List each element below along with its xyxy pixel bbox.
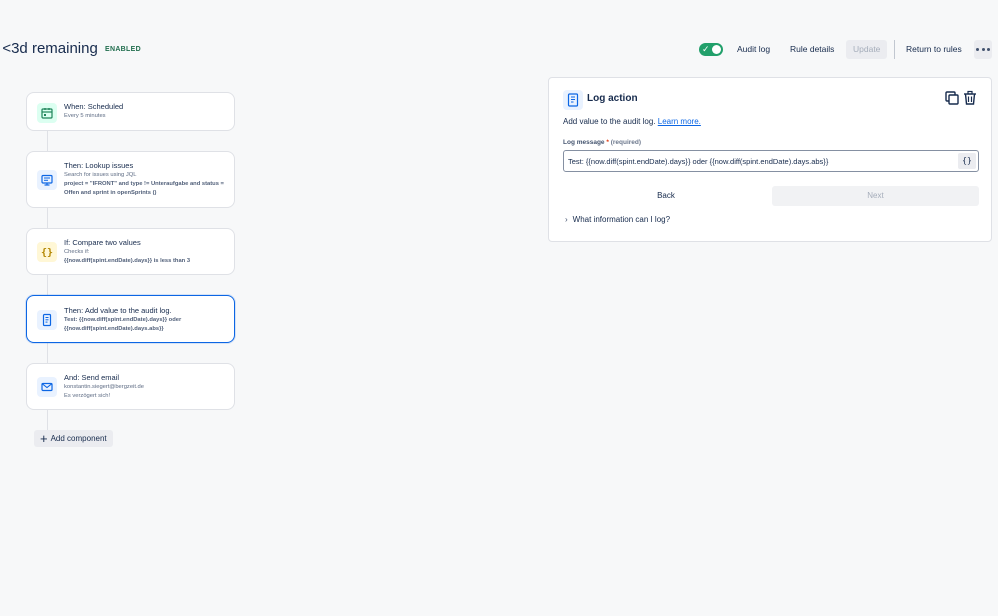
learn-more-link[interactable]: Learn more.: [658, 117, 701, 126]
chevron-right-icon: ›: [565, 215, 568, 224]
component-title: Then: Lookup issues: [64, 161, 134, 170]
field-label-text: Log message: [563, 139, 605, 146]
component-condition-expression: {{now.diff(spint.endDate).days}} is less…: [64, 258, 191, 264]
rule-component-log-action[interactable]: Then: Add value to the audit log. Test: …: [26, 295, 235, 343]
component-detail: konstantin.siegert@bergzeit.de: [64, 384, 145, 390]
component-title: And: Send email: [64, 373, 120, 382]
log-info-expander[interactable]: › What information can I log?: [565, 215, 670, 224]
update-button[interactable]: Update: [846, 40, 888, 59]
more-icon: [976, 48, 979, 51]
expander-label: What information can I log?: [572, 215, 671, 224]
component-jql: project = "IFRONT" and type != Unteraufg…: [64, 181, 224, 196]
component-detail: Search for issues using JQL: [64, 172, 137, 178]
panel-description: Add value to the audit log. Learn more.: [563, 117, 701, 126]
trash-icon: [964, 90, 976, 105]
lookup-issues-icon: [37, 170, 57, 190]
log-message-label: Log message * (required): [563, 139, 641, 146]
rule-component-lookup-issues[interactable]: Then: Lookup issues Search for issues us…: [26, 151, 235, 208]
log-message-input[interactable]: Test: {{now.diff(spint.endDate).days}} o…: [563, 150, 979, 172]
add-component-button[interactable]: + Add component: [34, 430, 113, 447]
required-text: (required): [610, 139, 642, 146]
rule-details-button[interactable]: Rule details: [790, 40, 834, 59]
copy-icon: [945, 91, 959, 105]
plus-icon: +: [40, 431, 48, 447]
component-log-message: Test: {{now.diff(spint.endDate).days}} o…: [64, 317, 182, 332]
panel-title: Log action: [587, 93, 638, 104]
rule-component-trigger[interactable]: When: Scheduled Every 5 minutes: [26, 92, 235, 131]
smart-value-button[interactable]: {}: [958, 153, 976, 169]
panel-description-text: Add value to the audit log.: [563, 117, 656, 126]
back-button[interactable]: Back: [563, 186, 769, 206]
log-icon: [563, 90, 583, 110]
component-title: Then: Add value to the audit log.: [64, 306, 172, 315]
component-title: When: Scheduled: [64, 102, 124, 111]
header-divider: [894, 40, 895, 59]
audit-log-button[interactable]: Audit log: [737, 40, 770, 59]
delete-component-button[interactable]: [962, 90, 978, 106]
add-component-label: Add component: [50, 434, 107, 443]
log-message-value: Test: {{now.diff(spint.endDate).days}} o…: [568, 157, 829, 166]
component-detail: Es verzögert sich!: [64, 393, 111, 399]
log-icon: [37, 310, 57, 330]
component-detail: Every 5 minutes: [64, 113, 106, 119]
calendar-icon: [37, 103, 57, 123]
rule-enabled-toggle[interactable]: ✓: [699, 43, 723, 56]
rule-component-send-email[interactable]: And: Send email konstantin.siegert@bergz…: [26, 363, 235, 410]
status-badge: ENABLED: [105, 46, 141, 53]
copy-component-button[interactable]: [944, 90, 960, 106]
log-action-panel: Log action Add value to the audit log. L…: [548, 77, 992, 242]
svg-text:{}: {}: [41, 248, 53, 259]
toggle-knob: [712, 45, 721, 54]
more-actions-button[interactable]: [974, 40, 992, 59]
return-to-rules-button[interactable]: Return to rules: [906, 40, 962, 59]
next-button[interactable]: Next: [772, 186, 979, 206]
check-icon: ✓: [702, 44, 710, 54]
rule-title: t <3d remaining: [0, 40, 98, 57]
mail-icon: [37, 377, 57, 397]
rule-component-condition[interactable]: {} If: Compare two values Checks if: {{n…: [26, 228, 235, 275]
required-marker: *: [606, 139, 609, 146]
header-actions: ✓ Audit log Rule details Update Return t…: [699, 40, 998, 59]
component-title: If: Compare two values: [64, 238, 141, 247]
braces-icon: {}: [37, 242, 57, 262]
component-detail: Checks if:: [64, 249, 90, 255]
